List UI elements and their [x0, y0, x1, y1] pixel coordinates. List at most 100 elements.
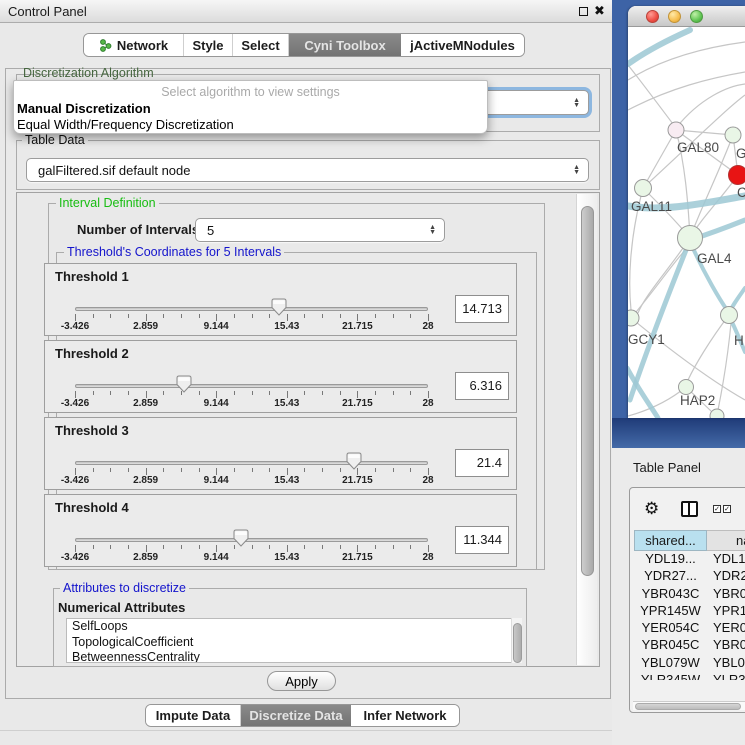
network-node-gal80[interactable]	[668, 122, 684, 138]
node-table[interactable]: shared...naYDL19...YDL1YDR27...YDR2YBR04…	[634, 530, 745, 680]
table-row[interactable]: YBR045CYBR0	[634, 637, 745, 654]
tab-select[interactable]: Select	[233, 34, 289, 56]
table-hscrollbar-track[interactable]	[633, 701, 745, 710]
network-canvas[interactable]: GAL80GACGAL11GAL4GCY1HHAP2	[628, 27, 745, 418]
slider-tick	[75, 314, 76, 321]
network-edge[interactable]	[643, 130, 676, 188]
slider-tick	[393, 468, 394, 472]
list-scrollbar-track[interactable]	[511, 618, 522, 663]
network-edge[interactable]	[628, 65, 676, 128]
network-edge[interactable]	[688, 315, 729, 380]
threshold-value-field[interactable]: 11.344	[455, 526, 509, 554]
network-edge[interactable]	[628, 387, 686, 416]
table-row[interactable]: YER054CYER0	[634, 620, 745, 637]
table-row[interactable]: YDR27...YDR2	[634, 568, 745, 585]
slider-tick-label: 28	[422, 321, 433, 332]
tab-style[interactable]: Style	[184, 34, 233, 56]
table-row[interactable]: YBL079WYBL0	[634, 655, 745, 672]
network-edge[interactable]	[676, 84, 745, 128]
network-edge[interactable]	[628, 72, 745, 110]
network-edge-highlighted[interactable]	[628, 30, 690, 64]
slider-tick-label: -3.426	[61, 398, 89, 409]
slider-tick	[410, 391, 411, 395]
table-data-combo[interactable]: galFiltered.sif default node ▲▼	[26, 158, 589, 182]
gear-icon[interactable]: ⚙	[644, 499, 659, 519]
attribute-list-item[interactable]: SelfLoops	[67, 619, 521, 635]
slider-tick	[252, 545, 253, 549]
slider-tick-label: -3.426	[61, 321, 89, 332]
tab-cyni-toolbox[interactable]: Cyni Toolbox	[289, 34, 401, 56]
network-node-h[interactable]	[721, 307, 738, 324]
tab-label: Cyni Toolbox	[304, 38, 385, 53]
table-row[interactable]: YBR043CYBR0	[634, 586, 745, 603]
threshold-value-field[interactable]: 21.4	[455, 449, 509, 477]
network-node-gal11[interactable]	[635, 180, 652, 197]
network-node-ga[interactable]	[725, 127, 741, 143]
slider-track[interactable]	[75, 461, 428, 465]
checkbox-icon: ✓	[723, 505, 731, 513]
network-window[interactable]: GAL80GACGAL11GAL4GCY1HHAP2	[628, 6, 745, 418]
bottom-tabbar: Impute Data Discretize Data Infer Network	[145, 704, 460, 727]
algorithm-option-manual[interactable]: Manual Discretization	[17, 101, 151, 116]
slider-knob[interactable]	[233, 529, 249, 547]
slider-tick	[163, 314, 164, 318]
slider-tick	[216, 468, 217, 475]
slider-tick	[93, 391, 94, 395]
table-row[interactable]: YPR145WYPR1	[634, 603, 745, 620]
column-header-name[interactable]: na	[707, 530, 745, 551]
scrollbar-thumb[interactable]	[581, 206, 594, 576]
slider-tick	[304, 468, 305, 472]
slider-tick	[410, 468, 411, 472]
slider-tick	[234, 468, 235, 472]
slider-tick	[216, 391, 217, 398]
network-edge[interactable]	[631, 247, 688, 318]
slider-tick	[252, 391, 253, 395]
network-node-gal4[interactable]	[678, 226, 703, 251]
tab-infer-network[interactable]: Infer Network	[351, 705, 459, 726]
close-traffic-icon[interactable]	[646, 10, 659, 23]
tab-network[interactable]: Network	[84, 34, 184, 56]
zoom-traffic-icon[interactable]	[690, 10, 703, 23]
checkboxes-icon[interactable]: ✓ ✓	[713, 505, 731, 513]
slider-track[interactable]	[75, 384, 428, 388]
num-intervals-combo[interactable]: 5 ▲▼	[195, 218, 445, 242]
algorithm-option-equal-width[interactable]: Equal Width/Frequency Discretization	[17, 117, 234, 132]
network-edge[interactable]	[718, 323, 731, 410]
slider-tick	[375, 468, 376, 472]
desktop-band	[612, 418, 745, 448]
close-icon[interactable]: ✖	[594, 3, 605, 19]
table-row[interactable]: YLR345WYLR3	[634, 672, 745, 680]
scrollbar-track[interactable]	[576, 194, 597, 665]
slider-tick	[110, 545, 111, 549]
tab-discretize-data[interactable]: Discretize Data	[241, 705, 351, 726]
slider-tick	[428, 545, 429, 552]
slider-knob[interactable]	[176, 375, 192, 393]
network-window-titlebar[interactable]	[628, 6, 745, 27]
column-header-shared-name[interactable]: shared...	[634, 530, 707, 551]
list-scrollbar-thumb[interactable]	[513, 623, 522, 663]
slider-knob[interactable]	[346, 452, 362, 470]
table-row[interactable]: YDL19...YDL1	[634, 551, 745, 568]
tab-jactivemnodules[interactable]: jActiveMNodules	[401, 34, 524, 56]
slider-knob[interactable]	[271, 298, 287, 316]
tab-label: Discretize Data	[249, 708, 342, 723]
table-hscrollbar-thumb[interactable]	[635, 703, 741, 710]
network-node[interactable]	[710, 409, 724, 418]
network-node-gcy1[interactable]	[628, 310, 639, 326]
slider-track[interactable]	[75, 538, 428, 542]
apply-button[interactable]: Apply	[267, 671, 336, 691]
network-node-label: H	[734, 333, 744, 348]
threshold-value-field[interactable]: 6.316	[455, 372, 509, 400]
network-edge[interactable]	[628, 42, 745, 80]
attribute-list-item[interactable]: BetweennessCentrality	[67, 650, 521, 663]
slider-tick	[75, 545, 76, 552]
attribute-list-item[interactable]: TopologicalCoefficient	[67, 635, 521, 651]
numerical-attributes-list[interactable]: SelfLoopsTopologicalCoefficientBetweenne…	[66, 618, 522, 663]
columns-icon[interactable]	[681, 501, 698, 517]
threshold-value-field[interactable]: 14.713	[455, 295, 509, 323]
slider-track[interactable]	[75, 307, 428, 311]
minimize-traffic-icon[interactable]	[668, 10, 681, 23]
float-window-icon[interactable]	[579, 7, 588, 16]
network-node-c[interactable]	[729, 166, 745, 185]
tab-impute-data[interactable]: Impute Data	[146, 705, 241, 726]
